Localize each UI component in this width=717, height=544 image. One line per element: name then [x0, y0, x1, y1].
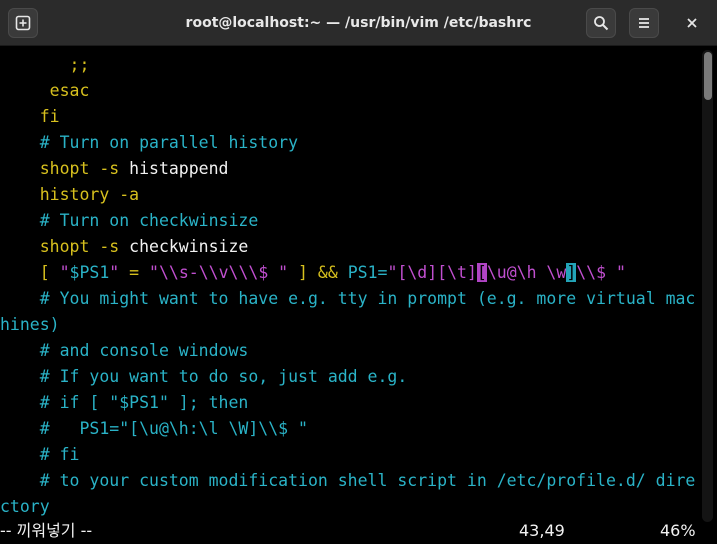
editor-line: # to your custom modification shell scri… — [0, 468, 696, 494]
scrollbar-thumb[interactable] — [704, 52, 712, 100]
vim-mode-indicator: -- 끼워넣기 -- — [0, 521, 93, 540]
code-token: # PS1="[\u@\h:\l \W]\\$ " — [0, 419, 308, 438]
editor-line: # If you want to do so, just add e.g. — [0, 364, 408, 390]
code-token: # Turn on checkwinsize — [0, 211, 259, 230]
editor-line: shopt -s histappend — [0, 156, 229, 182]
editor-line: shopt -s checkwinsize — [0, 234, 249, 260]
editor-line: fi — [0, 104, 60, 130]
editor-line: ;; — [0, 52, 90, 78]
editor-line: # Turn on parallel history — [0, 130, 298, 156]
code-token: shopt -s — [0, 159, 130, 178]
code-token: history -a — [0, 185, 140, 204]
editor-line: # You might want to have e.g. tty in pro… — [0, 286, 696, 312]
code-token: # You might want to have e.g. tty in pro… — [0, 289, 696, 308]
code-token: hines) — [0, 315, 60, 334]
code-token: fi — [0, 107, 60, 126]
close-button[interactable] — [677, 8, 707, 38]
close-icon — [687, 18, 697, 28]
terminal-editor[interactable]: ;; esac fi # Turn on parallel history sh… — [0, 46, 700, 542]
code-token: # fi — [0, 445, 80, 464]
editor-line: ctory — [0, 494, 50, 520]
code-token: = — [119, 263, 150, 282]
code-token: # to your custom modification shell scri… — [0, 471, 696, 490]
hamburger-menu-icon — [639, 18, 649, 28]
editor-line: hines) — [0, 312, 60, 338]
scrollbar-track[interactable] — [702, 50, 713, 522]
code-token: " — [109, 263, 120, 282]
editor-line: history -a — [0, 182, 139, 208]
code-token: " — [59, 263, 70, 282]
cursor-position: 43,49 — [519, 521, 565, 540]
editor-line: [ "$PS1" = "\\s-\\v\\\$ " ] && PS1="[\d]… — [0, 260, 626, 286]
code-token: "[\d][\t] — [387, 263, 477, 282]
window-title: root@localhost:~ — /usr/bin/vim /etc/bas… — [185, 15, 532, 31]
title-bar: root@localhost:~ — /usr/bin/vim /etc/bas… — [0, 0, 717, 46]
code-token: esac — [0, 81, 90, 100]
search-icon — [594, 16, 609, 31]
code-token: \u@\h \w — [486, 263, 567, 282]
code-token: checkwinsize — [129, 237, 249, 256]
menu-button[interactable] — [629, 8, 659, 38]
code-token: [ — [0, 263, 60, 282]
new-tab-button[interactable] — [8, 8, 38, 38]
editor-line: esac — [0, 78, 90, 104]
code-token: # Turn on parallel history — [0, 133, 299, 152]
code-token: # and console windows — [0, 341, 249, 360]
code-token: $PS1 — [69, 263, 110, 282]
code-token: ctory — [0, 497, 50, 516]
code-token: ] && — [288, 263, 348, 282]
new-tab-icon — [15, 15, 31, 31]
code-token: # If you want to do so, just add e.g. — [0, 367, 408, 386]
editor-line: # PS1="[\u@\h:\l \W]\\$ " — [0, 416, 308, 442]
search-button[interactable] — [586, 8, 616, 38]
code-token: # if [ "$PS1" ]; then — [0, 393, 249, 412]
scroll-percent: 46% — [660, 521, 696, 540]
editor-line: # Turn on checkwinsize — [0, 208, 259, 234]
editor-line: # fi — [0, 442, 80, 468]
code-token: ;; — [0, 55, 90, 74]
editor-line: # if [ "$PS1" ]; then — [0, 390, 249, 416]
code-token: histappend — [129, 159, 229, 178]
code-token: \\$ " — [576, 263, 626, 282]
code-token: "\\s-\\v\\\$ " — [149, 263, 289, 282]
code-token: PS1= — [347, 263, 388, 282]
code-token: ] — [566, 263, 577, 282]
code-token: [ — [476, 263, 487, 282]
editor-line: # and console windows — [0, 338, 249, 364]
code-token: shopt -s — [0, 237, 130, 256]
